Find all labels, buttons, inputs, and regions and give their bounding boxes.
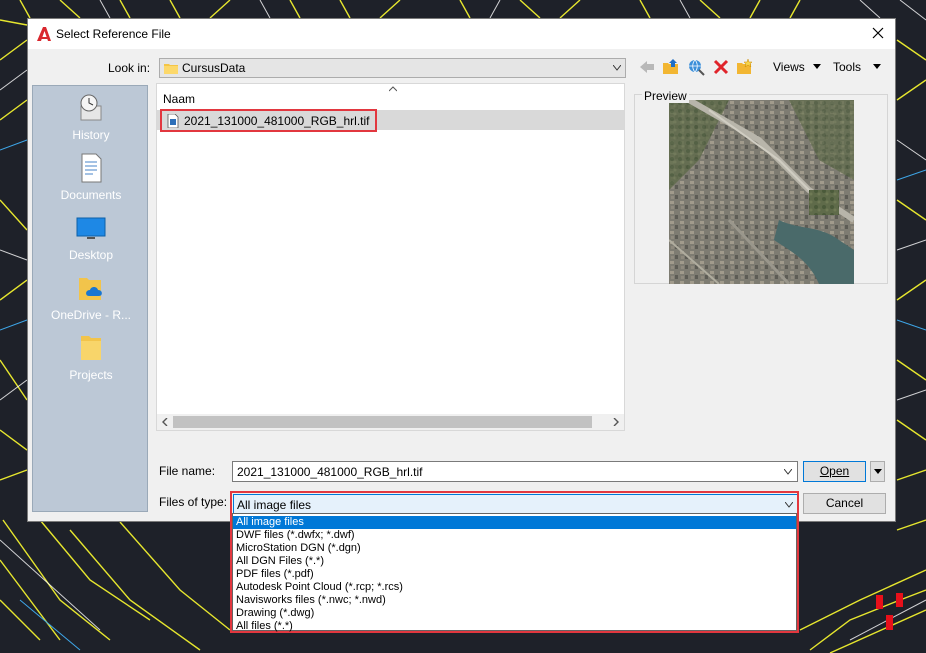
cancel-button-label: Cancel — [825, 496, 864, 510]
delete-icon[interactable] — [712, 58, 730, 76]
file-name-input[interactable] — [233, 462, 773, 481]
file-name-text: 2021_131000_481000_RGB_hrl.tif — [184, 114, 370, 128]
column-header-name[interactable]: Naam — [163, 92, 195, 106]
chevron-down-icon[interactable] — [784, 469, 792, 475]
file-type-option[interactable]: Drawing (*.dwg) — [233, 607, 796, 620]
chevron-down-icon — [613, 65, 621, 71]
files-of-type-label: Files of type: — [159, 495, 228, 509]
scroll-left-icon[interactable] — [161, 418, 169, 426]
open-options-arrow-icon — [874, 469, 882, 474]
file-type-option[interactable]: All files (*.*) — [233, 620, 796, 633]
scroll-right-icon[interactable] — [612, 418, 620, 426]
file-type-option[interactable]: MicroStation DGN (*.dgn) — [233, 542, 796, 555]
open-options-button[interactable] — [870, 461, 885, 482]
files-of-type-list[interactable]: All image files DWF files (*.dwfx; *.dwf… — [232, 513, 797, 633]
up-folder-icon[interactable] — [662, 58, 680, 76]
documents-icon — [81, 153, 102, 183]
look-in-label: Look in: — [108, 61, 151, 75]
place-desktop[interactable]: Desktop — [33, 212, 149, 262]
image-file-icon — [167, 114, 179, 128]
scrollbar-thumb[interactable] — [173, 416, 592, 428]
new-folder-icon[interactable] — [736, 58, 754, 76]
file-type-option[interactable]: All image files — [233, 516, 796, 529]
file-list[interactable]: Naam 2021_131000_481000_RGB_hrl.tif — [156, 83, 625, 431]
place-label: OneDrive - R... — [50, 308, 131, 322]
views-dropdown-arrow-icon[interactable] — [813, 64, 821, 70]
aerial-photo-preview — [669, 100, 854, 284]
projects-folder-icon — [81, 336, 101, 360]
place-label: Documents — [60, 188, 122, 202]
file-type-option[interactable]: Navisworks files (*.nwc; *.nwd) — [233, 594, 796, 607]
tools-dropdown-arrow-icon[interactable] — [873, 64, 881, 70]
history-icon — [80, 94, 102, 121]
window-title: Select Reference File — [56, 27, 171, 41]
place-projects[interactable]: Projects — [33, 332, 149, 382]
select-reference-file-dialog: Select Reference File Look in: CursusDat… — [27, 18, 896, 522]
close-icon[interactable] — [869, 24, 887, 42]
places-sidebar: History Documents Desktop OneDrive - R..… — [32, 85, 148, 512]
cancel-button[interactable]: Cancel — [803, 493, 886, 514]
look-in-dropdown[interactable]: CursusData — [159, 58, 626, 78]
back-arrow-icon[interactable] — [638, 58, 656, 76]
place-onedrive[interactable]: OneDrive - R... — [33, 272, 149, 322]
preview-group — [634, 94, 888, 284]
place-label: Projects — [69, 368, 113, 382]
file-type-option[interactable]: Autodesk Point Cloud (*.rcp; *.rcs) — [233, 581, 796, 594]
place-label: Desktop — [68, 248, 114, 262]
title-bar: Select Reference File — [28, 19, 895, 49]
views-menu[interactable]: Views — [773, 60, 805, 74]
preview-label: Preview — [642, 89, 689, 103]
sort-ascending-icon — [389, 86, 397, 92]
place-history[interactable]: History — [33, 92, 149, 142]
file-type-option[interactable]: DWF files (*.dwfx; *.dwf) — [233, 529, 796, 542]
horizontal-scrollbar[interactable] — [157, 414, 624, 430]
file-name-combobox[interactable] — [232, 461, 798, 482]
search-web-icon[interactable] — [687, 58, 705, 76]
place-label: History — [72, 128, 110, 142]
place-documents[interactable]: Documents — [33, 152, 149, 202]
onedrive-icon — [79, 278, 102, 300]
file-type-option[interactable]: All DGN Files (*.*) — [233, 555, 796, 568]
folder-icon — [164, 64, 178, 74]
tools-menu[interactable]: Tools — [833, 60, 861, 74]
open-button[interactable]: Open — [803, 461, 866, 482]
autocad-logo-icon — [37, 27, 51, 41]
file-name-label: File name: — [159, 464, 216, 478]
file-item[interactable]: 2021_131000_481000_RGB_hrl.tif — [160, 109, 378, 132]
cad-red-markers — [876, 593, 903, 630]
look-in-value: CursusData — [182, 61, 246, 75]
open-button-label: Open — [819, 464, 850, 478]
desktop-icon — [76, 217, 106, 239]
file-type-option[interactable]: PDF files (*.pdf) — [233, 568, 796, 581]
